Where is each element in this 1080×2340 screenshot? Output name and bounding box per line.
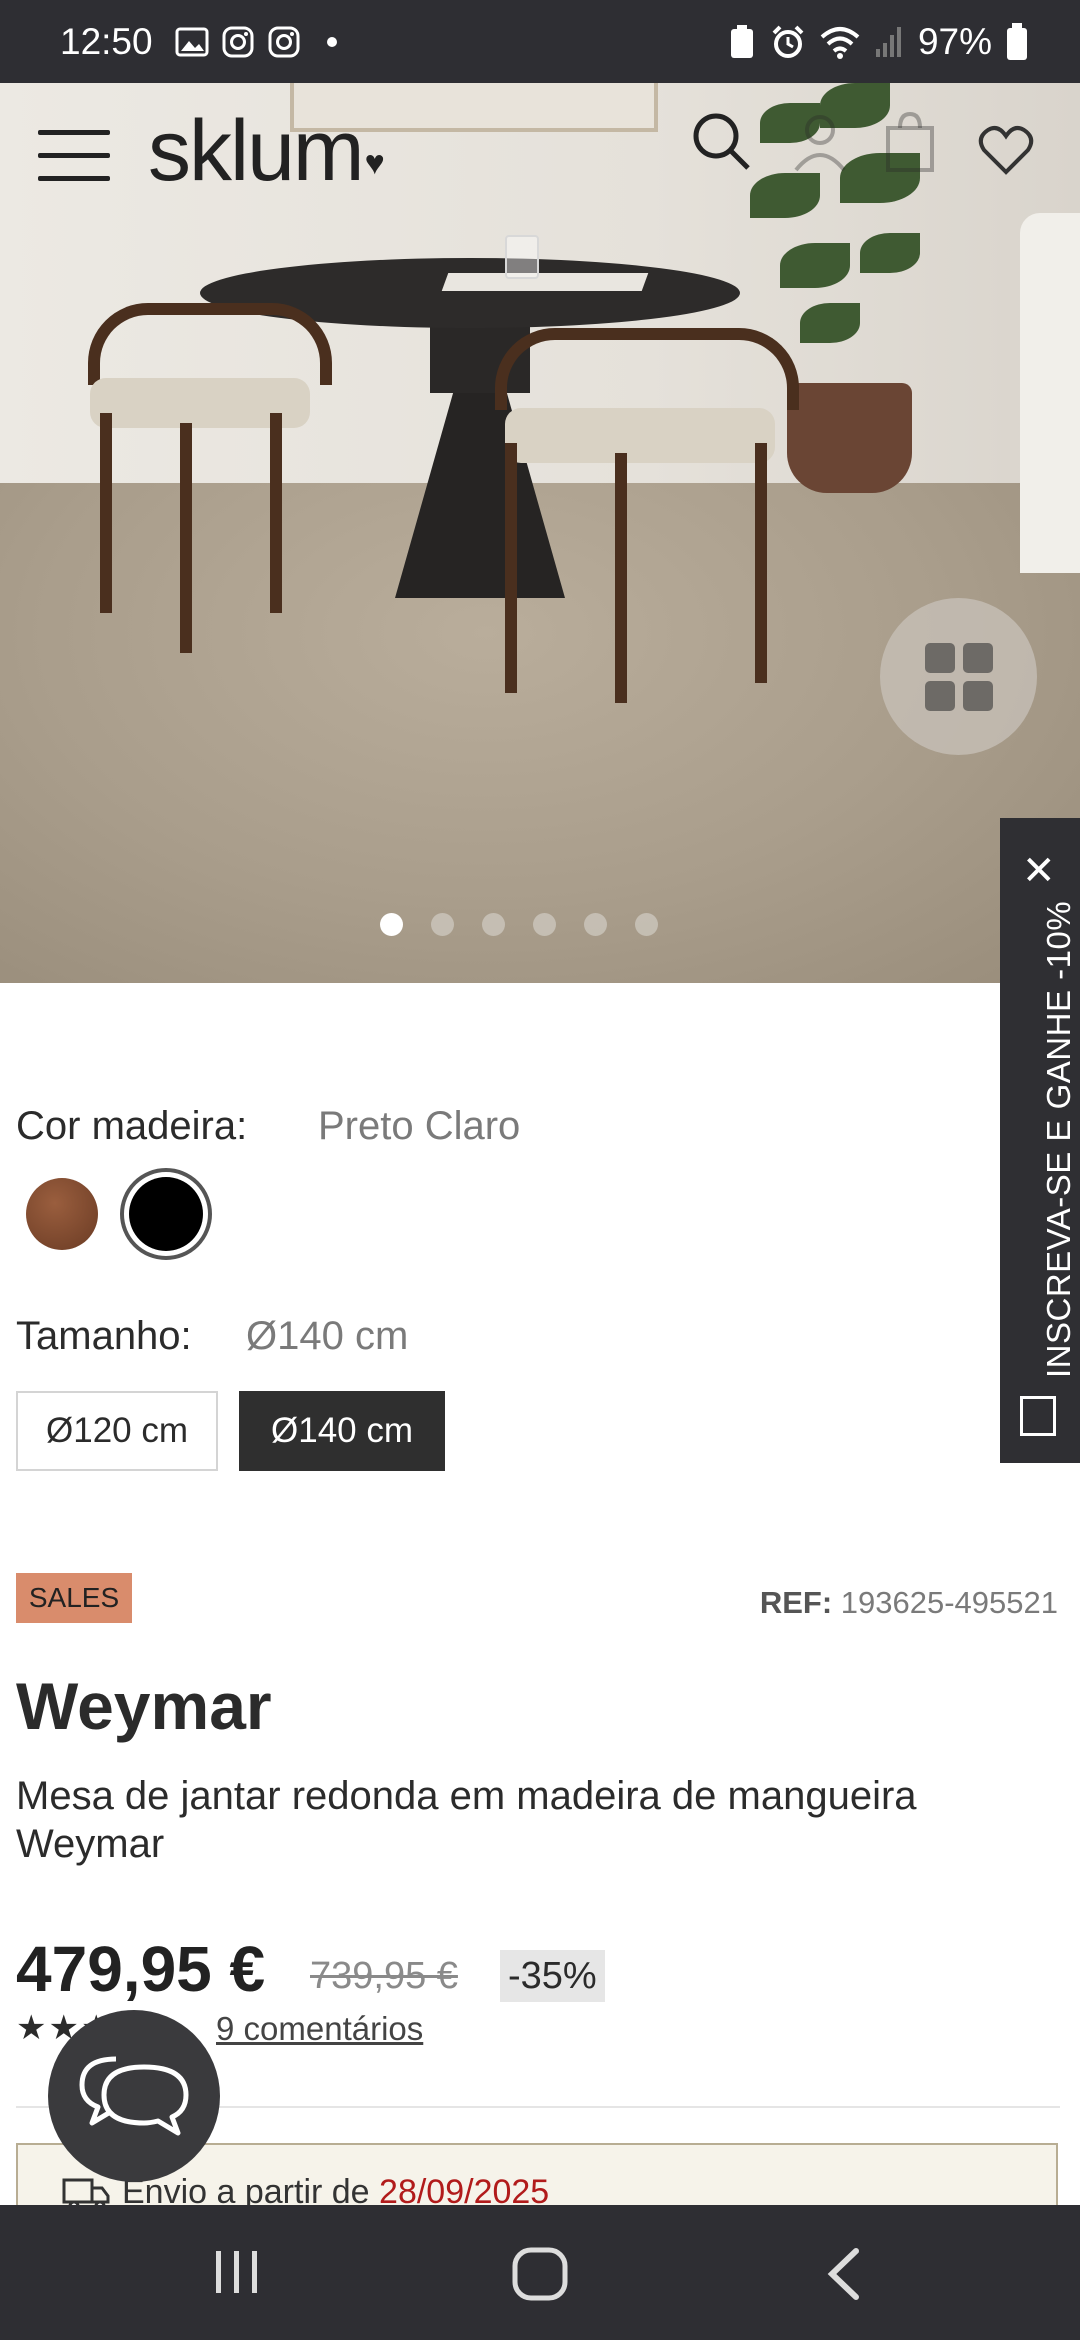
ref-label: REF: (759, 1585, 833, 1620)
carousel-dot[interactable] (482, 913, 505, 936)
back-icon[interactable] (820, 2245, 866, 2303)
old-price: 739,95 € (310, 1955, 458, 1997)
heart-logo-icon: ♥ (364, 144, 385, 182)
table-glass (505, 235, 539, 279)
product-image-carousel[interactable] (0, 83, 1080, 983)
plant-pot (787, 383, 912, 493)
cart-icon[interactable] (880, 110, 940, 174)
swatch-black-selected[interactable] (120, 1168, 212, 1260)
newsletter-side-tab[interactable]: ✕ INSCREVA-SE E GANHE -10% (1000, 818, 1080, 1463)
gallery-notification-icon (175, 27, 209, 56)
sklum-logo[interactable]: sklum ♥ (148, 102, 385, 201)
site-header: sklum ♥ (0, 100, 1080, 200)
size-option-120[interactable]: Ø120 cm (16, 1391, 218, 1471)
newsletter-tab-text: INSCREVA-SE E GANHE -10% (1040, 900, 1077, 1378)
carousel-dot[interactable] (533, 913, 556, 936)
reviews-link[interactable]: 9 comentários (216, 2010, 423, 2048)
size-value: Ø140 cm (246, 1314, 409, 1358)
chat-bubbles-icon (79, 2056, 189, 2136)
menu-icon[interactable] (38, 130, 110, 182)
current-price: 479,95 € (16, 1933, 266, 2005)
alarm-icon (772, 25, 804, 58)
carousel-dot[interactable] (380, 913, 403, 936)
gallery-grid-button[interactable] (880, 598, 1037, 755)
recent-apps-icon[interactable] (210, 2245, 264, 2299)
mail-icon (1020, 1396, 1056, 1436)
grid-icon (924, 642, 993, 711)
carousel-dot[interactable] (584, 913, 607, 936)
battery-percent: 97% (917, 20, 992, 62)
more-notifications-dot (326, 36, 337, 47)
product-title: Weymar (16, 1669, 272, 1743)
carousel-dots (380, 913, 658, 936)
wood-color-label: Cor madeira: (16, 1104, 248, 1148)
close-icon[interactable]: ✕ (1022, 848, 1056, 894)
search-icon[interactable] (690, 110, 754, 174)
swatch-walnut[interactable] (26, 1178, 98, 1250)
signal-icon (875, 26, 901, 57)
instagram-notification-icon (222, 26, 254, 57)
size-label: Tamanho: (16, 1314, 192, 1358)
table-book (441, 273, 649, 291)
product-ref: REF: 193625-495521 (760, 1585, 1058, 1621)
product-subtitle: Mesa de jantar redonda em madeira de man… (16, 1774, 917, 1866)
carousel-dot[interactable] (431, 913, 454, 936)
battery-saver-icon (730, 24, 753, 58)
size-option-140-selected[interactable]: Ø140 cm (239, 1391, 445, 1471)
ref-value: 193625-495521 (840, 1585, 1058, 1620)
carousel-dot[interactable] (635, 913, 658, 936)
wishlist-heart-icon[interactable] (978, 124, 1034, 176)
chat-button[interactable] (48, 2010, 220, 2182)
battery-icon (1007, 22, 1027, 60)
status-time: 12:50 (60, 20, 153, 62)
wifi-icon (820, 26, 860, 59)
android-nav-bar (0, 2205, 1080, 2340)
home-icon[interactable] (510, 2245, 570, 2303)
sales-badge: SALES (16, 1573, 132, 1623)
instagram-notification-icon-2 (268, 26, 300, 57)
account-icon[interactable] (790, 110, 850, 174)
size-option-label: Ø120 cm (46, 1411, 188, 1450)
logo-text: sklum (148, 103, 365, 199)
size-option-label: Ø140 cm (271, 1411, 413, 1450)
wood-color-value: Preto Claro (318, 1104, 521, 1148)
status-bar: 12:50 97% (0, 0, 1080, 83)
discount-badge: -35% (500, 1950, 605, 2002)
hero-window (1020, 213, 1080, 573)
